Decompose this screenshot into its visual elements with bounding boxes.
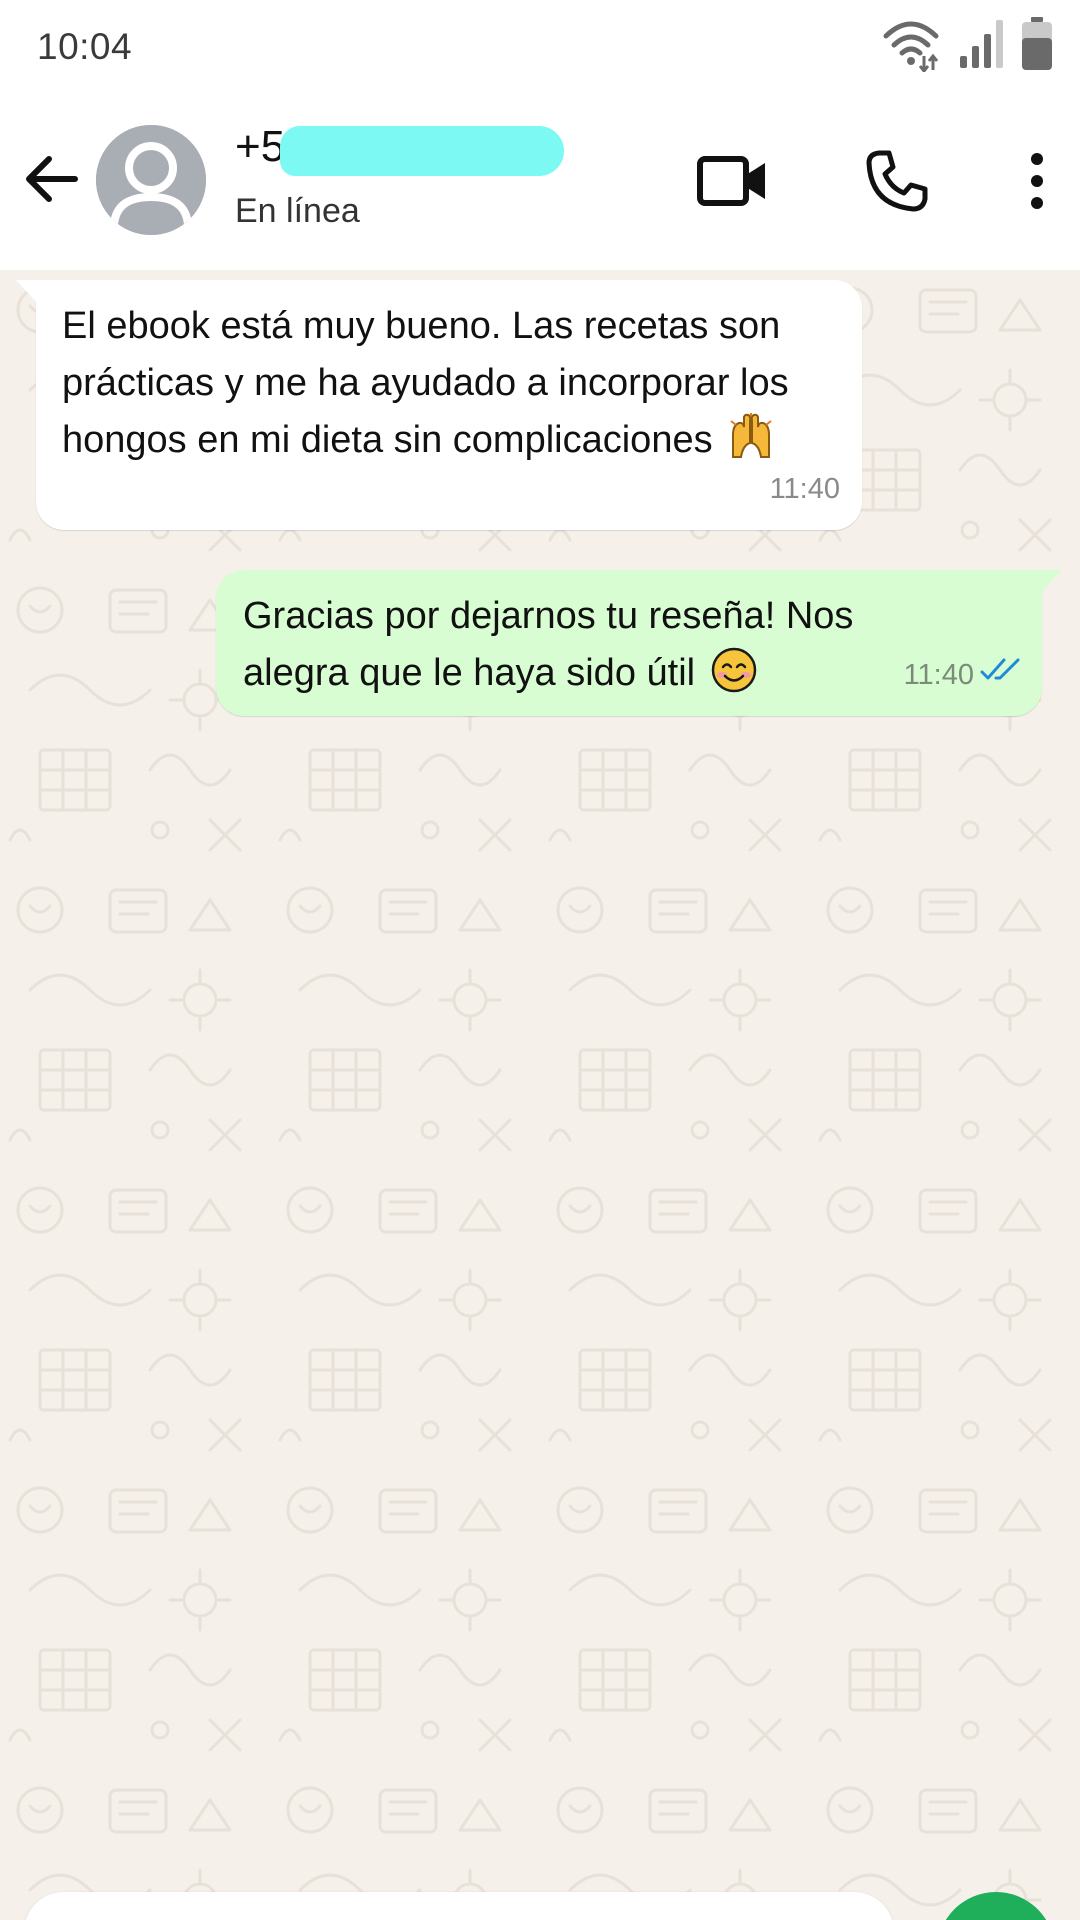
more-options-button[interactable] [1002,148,1072,218]
message-time: 11:40 [769,473,840,505]
contact-name: +5 [235,122,575,178]
message-body: El ebook está muy bueno. Las recetas son… [62,298,822,478]
contact-name-text: +5 [235,122,286,171]
outgoing-message[interactable]: Gracias por dejarnos tu reseña! Nos aleg… [216,570,1062,716]
battery-icon [1020,16,1054,77]
message-time: 11:40 [903,659,974,691]
more-vertical-icon [1027,151,1047,216]
phone-icon [865,149,929,218]
arrow-left-icon [21,149,81,214]
contact-status: En línea [235,192,360,230]
message-text: El ebook está muy bueno. Las recetas son… [62,305,789,461]
status-icons [880,16,1054,77]
bubble-tail [1040,570,1062,594]
voice-call-button[interactable] [862,148,932,218]
status-bar: 10:04 [0,0,1080,96]
video-call-button[interactable] [697,148,769,218]
double-check-read-icon [980,647,1022,704]
chat-screen: 10:04 +5 En línea El ebook está muy buen… [0,0,1080,1920]
message-input-bar[interactable] [24,1892,894,1920]
smiling-face-emoji [710,646,758,711]
cellular-signal-icon [958,18,1004,75]
bubble-tail [16,280,38,304]
status-time: 10:04 [37,26,133,67]
chat-area[interactable]: El ebook está muy bueno. Las recetas son… [0,270,1080,1920]
avatar[interactable] [96,125,206,235]
back-button[interactable] [18,148,84,214]
redaction-mark [280,126,564,176]
message-meta: 11:40 [904,647,1022,704]
chat-header: +5 En línea [0,96,1080,270]
message-body: Gracias por dejarnos tu reseña! Nos aleg… [243,588,933,711]
contact-info[interactable]: +5 En línea [235,122,575,231]
message-text: Gracias por dejarnos tu reseña! Nos aleg… [243,595,854,694]
incoming-message[interactable]: El ebook está muy bueno. Las recetas son… [16,280,862,530]
raised-hands-emoji [727,413,775,478]
video-camera-icon [697,151,769,216]
default-avatar-icon [96,125,206,235]
wifi-icon [880,16,942,77]
